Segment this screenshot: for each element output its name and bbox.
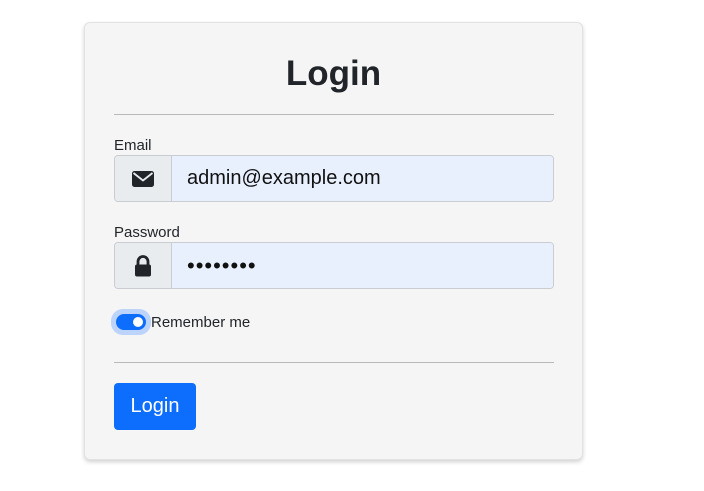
password-input-group [114,242,554,289]
remember-me-toggle[interactable] [111,309,151,335]
password-field[interactable] [172,243,553,288]
login-title: Login [285,54,382,93]
login-card: Login Email Password Remember me [84,22,583,460]
email-input-group [114,155,554,202]
envelope-icon [115,156,172,201]
remember-me-label[interactable]: Remember me [151,314,250,331]
password-label: Password [114,224,180,241]
bottom-divider [114,362,554,363]
remember-me-row: Remember me [111,309,250,335]
email-label: Email [114,137,152,154]
toggle-knob [133,317,143,327]
top-divider [114,114,554,115]
login-button[interactable]: Login [114,383,196,430]
email-field[interactable] [172,156,553,201]
lock-icon [115,243,172,288]
toggle-track [116,314,146,330]
